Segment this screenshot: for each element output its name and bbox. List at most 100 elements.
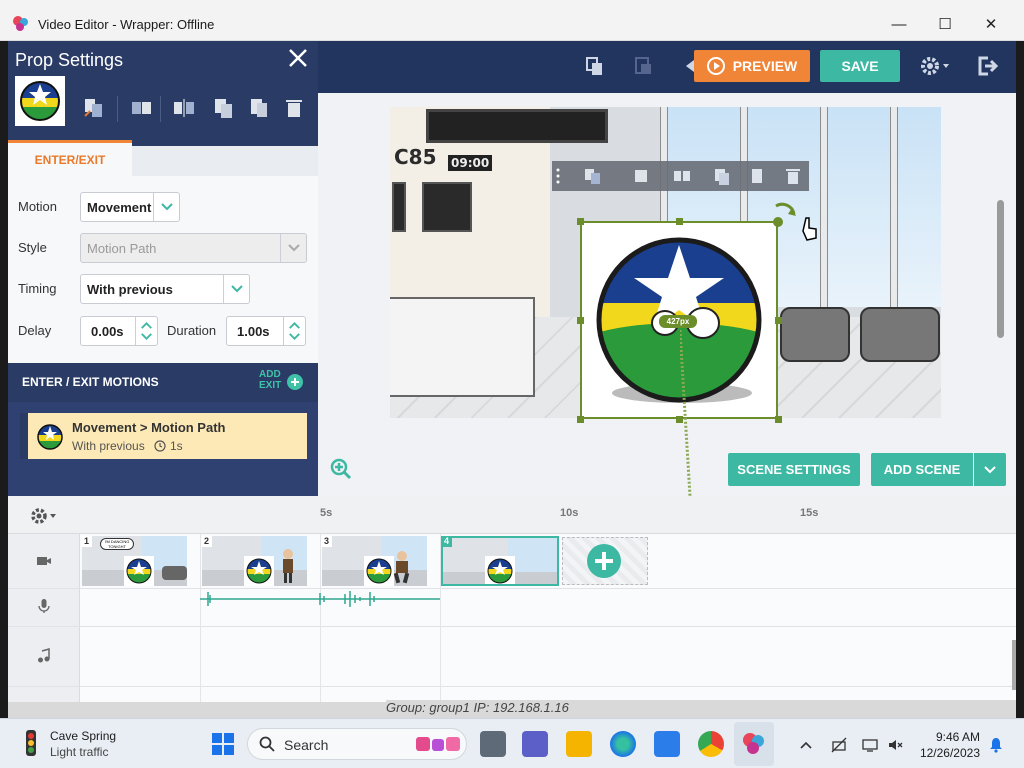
chevron-up-icon[interactable] xyxy=(798,737,814,753)
window-frame xyxy=(890,107,898,317)
drag-handle-icon[interactable] xyxy=(556,167,562,185)
chevron-down-icon xyxy=(153,193,179,221)
edge-browser-icon[interactable] xyxy=(610,731,636,757)
style-select: Motion Path xyxy=(80,233,307,263)
stepper-arrows-icon[interactable] xyxy=(135,317,157,345)
timeline-tick: 15s xyxy=(800,507,819,519)
paste-prop-icon[interactable] xyxy=(747,166,767,186)
panel-title: Prop Settings xyxy=(15,50,124,70)
display-icon[interactable] xyxy=(862,737,878,753)
timeline-tick: 5s xyxy=(320,507,333,519)
scene-settings-button[interactable]: SCENE SETTINGS xyxy=(728,453,860,486)
network-offline-icon[interactable] xyxy=(831,737,847,753)
duration-stepper[interactable]: 1.00s xyxy=(226,316,306,346)
timeline-grid xyxy=(200,534,201,702)
motion-select[interactable]: Movement xyxy=(80,192,180,222)
style-value: Motion Path xyxy=(87,240,157,256)
teams-meet-icon[interactable] xyxy=(522,731,548,757)
size-badge: 427px xyxy=(659,315,697,328)
scene-number: 1 xyxy=(81,536,92,547)
delete-icon[interactable] xyxy=(784,166,802,186)
app-logo-icon xyxy=(13,16,28,31)
resize-handle[interactable] xyxy=(577,218,584,225)
timeline-scrollbar[interactable] xyxy=(1012,640,1016,690)
resize-handle[interactable] xyxy=(676,218,683,225)
timeline-settings-icon[interactable] xyxy=(30,507,58,525)
zoom-in-icon[interactable] xyxy=(330,458,352,480)
background-desktop-text: Group: group1 IP: 192.168.1.16 xyxy=(386,700,1016,718)
flip-horizontal-icon[interactable] xyxy=(172,96,196,120)
swap-prop-icon[interactable] xyxy=(582,166,602,186)
taskbar-time[interactable]: 9:46 AM xyxy=(918,730,980,744)
resize-handle[interactable] xyxy=(775,416,782,423)
weather-status[interactable]: Light traffic xyxy=(50,745,108,759)
add-exit-line2: EXIT xyxy=(259,380,282,391)
timeline-grid xyxy=(320,534,321,702)
delay-stepper[interactable]: 0.00s xyxy=(80,316,158,346)
resize-handle[interactable] xyxy=(577,416,584,423)
motion-item-timing: With previous xyxy=(72,439,145,453)
scene-thumbnail[interactable] xyxy=(202,536,307,586)
plus-circle-icon[interactable] xyxy=(586,543,622,579)
taskbar-date[interactable]: 12/26/2023 xyxy=(912,746,980,760)
character-icon xyxy=(393,551,410,584)
close-window-button[interactable]: ✕ xyxy=(968,10,1014,38)
scene-thumbnail-selected[interactable] xyxy=(441,536,559,586)
file-explorer-icon[interactable] xyxy=(566,731,592,757)
resize-handle[interactable] xyxy=(775,317,782,324)
countryball-mini-icon xyxy=(124,556,154,586)
volume-muted-icon[interactable] xyxy=(887,737,903,753)
weather-location[interactable]: Cave Spring xyxy=(50,729,116,743)
settings-gear-icon[interactable] xyxy=(919,55,953,77)
video-editor-app-icon[interactable] xyxy=(741,731,767,757)
tab-enter-exit[interactable]: ENTER/EXIT xyxy=(8,140,132,176)
task-view-icon[interactable] xyxy=(480,731,506,757)
voice-waveform[interactable] xyxy=(200,588,440,610)
preview-button[interactable]: PREVIEW xyxy=(694,50,810,82)
add-scene-button[interactable]: ADD SCENE xyxy=(871,453,973,486)
save-button[interactable]: SAVE xyxy=(820,50,900,82)
add-exit-button[interactable]: ADD EXIT xyxy=(259,369,281,391)
close-icon[interactable] xyxy=(286,46,310,70)
copy-icon[interactable] xyxy=(584,55,606,77)
chrome-icon[interactable] xyxy=(698,731,724,757)
timing-select[interactable]: With previous xyxy=(80,274,250,304)
stepper-arrows-icon[interactable] xyxy=(283,317,305,345)
move-back-icon[interactable] xyxy=(632,166,652,186)
swap-prop-icon[interactable] xyxy=(82,96,106,120)
copy-prop-icon[interactable] xyxy=(212,96,236,120)
speech-bubble: I'M DANCING TONIGHT xyxy=(100,538,134,550)
minimize-button[interactable]: — xyxy=(876,10,922,38)
scene-thumbnail[interactable]: I'M DANCING TONIGHT xyxy=(82,536,187,586)
motion-item-duration: 1s xyxy=(170,439,183,453)
maximize-button[interactable]: ☐ xyxy=(922,10,968,38)
windows-start-icon[interactable] xyxy=(211,732,235,756)
plus-circle-icon[interactable] xyxy=(287,374,303,390)
notification-bell-icon[interactable] xyxy=(988,737,1004,753)
flip-icon[interactable] xyxy=(672,166,692,186)
rotate-handle-icon[interactable] xyxy=(770,198,800,228)
store-icon[interactable] xyxy=(654,731,680,757)
exit-icon[interactable] xyxy=(976,55,998,77)
scene-thumbnail[interactable] xyxy=(322,536,427,586)
add-scene-dropdown[interactable] xyxy=(974,453,1006,486)
paste-icon[interactable] xyxy=(632,55,654,77)
move-to-back-icon[interactable] xyxy=(130,96,154,120)
resize-handle[interactable] xyxy=(577,317,584,324)
clock-icon xyxy=(154,440,166,452)
tab-other[interactable] xyxy=(132,146,318,176)
workspace-scrollbar[interactable] xyxy=(997,200,1004,338)
timeline-ruler[interactable] xyxy=(8,496,1016,534)
countryball-thumb-icon xyxy=(20,81,60,121)
toolbar-separator xyxy=(160,96,161,122)
traffic-light-icon[interactable] xyxy=(18,729,44,757)
motion-value: Movement xyxy=(87,199,152,215)
info-screen xyxy=(422,182,472,232)
motion-path-line[interactable] xyxy=(680,330,692,496)
delete-icon[interactable] xyxy=(282,96,306,120)
lounge-seat xyxy=(780,307,850,362)
scene-number: 2 xyxy=(201,536,212,547)
copy-prop-icon[interactable] xyxy=(712,166,732,186)
motions-title: ENTER / EXIT MOTIONS xyxy=(22,375,159,389)
duplicate-prop-icon[interactable] xyxy=(247,96,271,120)
